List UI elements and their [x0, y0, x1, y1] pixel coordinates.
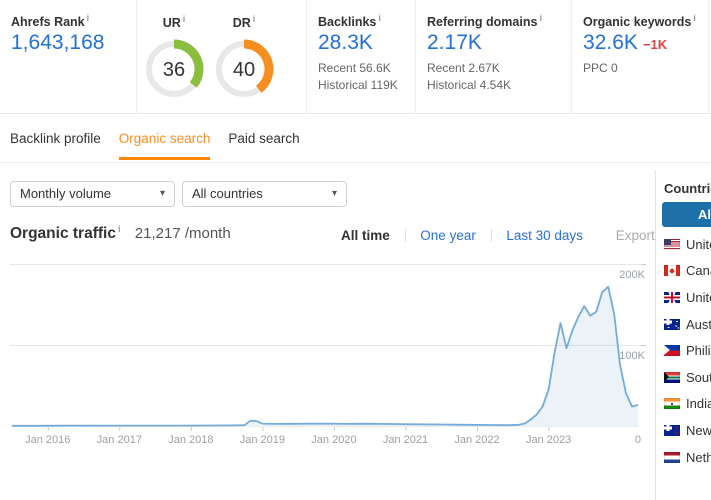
- ahrefs-rank-label: Ahrefs Rank i: [11, 13, 90, 30]
- metric-ahrefs-rank: Ahrefs Rank i 1,643,168: [0, 0, 137, 113]
- organic-traffic-chart[interactable]: 200K 100K 0 Jan 2016 Jan 2017 Jan 2018 Jan 201…: [0, 246, 655, 456]
- country-row-gb[interactable]: United Kingdom: [656, 284, 711, 311]
- organic-keywords-value[interactable]: 32.6K −1K: [583, 31, 667, 55]
- info-icon[interactable]: i: [253, 14, 256, 24]
- country-name: South Africa: [686, 369, 711, 385]
- divider: [404, 229, 406, 242]
- referring-domains-recent: Recent 2.67K: [427, 61, 500, 75]
- info-icon[interactable]: i: [87, 13, 90, 23]
- backlinks-sub: Recent 56.6K Historical 119K: [318, 60, 398, 94]
- filter-one-year[interactable]: One year: [420, 228, 476, 243]
- ur-value: 36: [163, 59, 185, 81]
- svg-text:0: 0: [635, 434, 641, 446]
- metric-referring-domains: Referring domains i 2.17K Recent 2.67K Hi…: [416, 0, 572, 113]
- in-flag-icon: [664, 398, 680, 410]
- tab-paid-search[interactable]: Paid search: [228, 114, 299, 160]
- dr-gauge: DR i 40: [209, 14, 279, 112]
- volume-dropdown[interactable]: Monthly volume ▾: [10, 181, 175, 207]
- countries-dropdown-value: All countries: [192, 186, 263, 201]
- svg-text:200K: 200K: [619, 269, 645, 281]
- info-icon[interactable]: i: [183, 14, 186, 24]
- nz-flag-icon: [664, 424, 680, 436]
- rating-gauges: UR i 36 DR i 40: [137, 0, 307, 113]
- ur-gauge: UR i 36: [139, 14, 209, 112]
- dr-value: 40: [233, 59, 255, 81]
- gb-flag-icon: [664, 291, 680, 303]
- country-row-in[interactable]: India: [656, 391, 711, 418]
- country-name: United Kingdom: [686, 289, 711, 305]
- svg-text:Jan 2022: Jan 2022: [454, 434, 499, 446]
- svg-text:Jan 2023: Jan 2023: [526, 434, 571, 446]
- ca-flag-icon: [664, 265, 680, 277]
- svg-text:Jan 2019: Jan 2019: [240, 434, 285, 446]
- ur-ring: 36: [146, 39, 204, 97]
- country-row-nl[interactable]: Netherlands: [656, 444, 711, 471]
- svg-text:Jan 2021: Jan 2021: [383, 434, 428, 446]
- referring-domains-sub: Recent 2.67K Historical 4.54K: [427, 60, 511, 94]
- info-icon[interactable]: i: [378, 13, 381, 23]
- time-range-filters: All time One year Last 30 days Export▾: [341, 228, 664, 243]
- countries-sidebar: Countries All United StatesCanadaUnited …: [655, 170, 711, 500]
- organic-traffic-heading: Organic traffic i 21,217 /month: [10, 224, 231, 243]
- svg-text:Jan 2017: Jan 2017: [97, 434, 142, 446]
- country-row-ca[interactable]: Canada: [656, 258, 711, 285]
- ppc-value: PPC 0: [583, 61, 618, 75]
- referring-domains-value[interactable]: 2.17K: [427, 31, 482, 55]
- backlinks-recent: Recent 56.6K: [318, 61, 391, 75]
- country-row-za[interactable]: South Africa: [656, 364, 711, 391]
- traffic-per-month-value: 21,217 /month: [134, 225, 231, 243]
- info-icon[interactable]: i: [539, 13, 542, 23]
- metrics-bar: Ahrefs Rank i 1,643,168 UR i 36 DR i 40 Bac…: [0, 0, 711, 114]
- country-row-au[interactable]: Australia: [656, 311, 711, 338]
- filter-all-time[interactable]: All time: [341, 228, 390, 243]
- svg-text:Jan 2018: Jan 2018: [168, 434, 213, 446]
- metric-organic-keywords: Organic keywords i 32.6K −1K PPC 0: [572, 0, 709, 113]
- us-flag-icon: [664, 238, 680, 250]
- referring-domains-historical: Historical 4.54K: [427, 78, 512, 92]
- nl-flag-icon: [664, 451, 680, 463]
- chevron-down-icon: ▾: [331, 188, 337, 199]
- country-name: New Zealand: [686, 422, 711, 438]
- country-name: India: [686, 396, 711, 412]
- info-icon[interactable]: i: [693, 13, 696, 23]
- volume-dropdown-value: Monthly volume: [20, 186, 112, 201]
- dr-label: DR i: [232, 14, 256, 31]
- country-row-us[interactable]: United States: [656, 231, 711, 258]
- ur-label: UR i: [162, 14, 186, 31]
- country-name: Philippines: [686, 343, 711, 359]
- metric-backlinks: Backlinks i 28.3K Recent 56.6K Historical…: [307, 0, 416, 113]
- country-name: Australia: [686, 316, 711, 332]
- info-icon[interactable]: i: [118, 224, 121, 234]
- organic-keywords-label: Organic keywords i: [583, 13, 696, 30]
- country-name: Canada: [686, 263, 711, 279]
- tab-backlink-profile[interactable]: Backlink profile: [10, 114, 101, 160]
- au-flag-icon: [664, 318, 680, 330]
- tab-organic-search[interactable]: Organic search: [118, 114, 211, 160]
- country-row-nz[interactable]: New Zealand: [656, 417, 711, 444]
- dr-ring: 40: [216, 39, 274, 97]
- country-list: United States Canada United Kingdom Austral…: [656, 231, 711, 470]
- page-title: Organic traffic: [10, 225, 116, 243]
- svg-text:100K: 100K: [619, 350, 645, 362]
- referring-domains-label: Referring domains i: [427, 13, 542, 30]
- filter-last-30-days[interactable]: Last 30 days: [506, 228, 583, 243]
- keywords-delta-badge: −1K: [642, 37, 668, 52]
- divider: [490, 229, 492, 242]
- country-row-ph[interactable]: Philippines: [656, 337, 711, 364]
- country-name: Netherlands: [686, 449, 711, 465]
- svg-text:Jan 2020: Jan 2020: [311, 434, 356, 446]
- countries-dropdown[interactable]: All countries ▾: [182, 181, 347, 207]
- backlinks-value[interactable]: 28.3K: [318, 31, 373, 55]
- section-tabbar: Backlink profile Organic search Paid searc…: [0, 114, 711, 163]
- za-flag-icon: [664, 371, 680, 383]
- country-name: United States: [686, 236, 711, 252]
- backlinks-label: Backlinks i: [318, 13, 381, 30]
- svg-text:Jan 2016: Jan 2016: [25, 434, 70, 446]
- country-row-all[interactable]: All: [662, 202, 711, 227]
- backlinks-historical: Historical 119K: [318, 78, 398, 92]
- ph-flag-icon: [664, 345, 680, 357]
- ahrefs-rank-value[interactable]: 1,643,168: [11, 31, 104, 55]
- chevron-down-icon: ▾: [159, 188, 165, 199]
- countries-header: Countries: [664, 181, 711, 196]
